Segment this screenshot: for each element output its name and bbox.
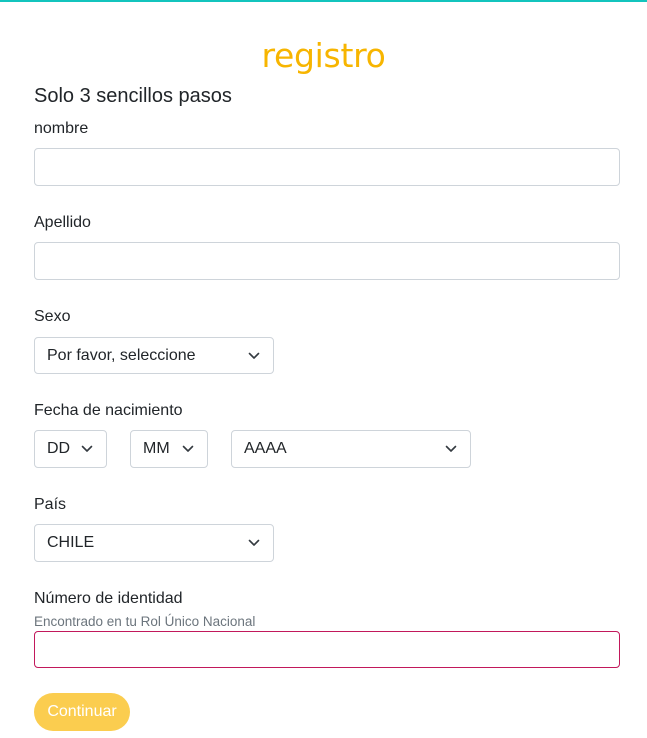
nombre-label: nombre bbox=[34, 120, 89, 137]
identidad-hint: Encontrado en tu Rol Único Nacional bbox=[34, 614, 256, 629]
pais-select[interactable]: CHILE bbox=[34, 524, 274, 562]
nombre-input[interactable] bbox=[34, 148, 620, 186]
birth-month-select[interactable]: MM bbox=[130, 430, 208, 468]
chevron-down-icon bbox=[445, 445, 457, 452]
birth-month-value: MM bbox=[143, 440, 170, 457]
identidad-input[interactable] bbox=[34, 631, 620, 668]
continuar-button[interactable]: Continuar bbox=[34, 693, 130, 731]
sexo-selected-value: Por favor, seleccione bbox=[47, 347, 196, 364]
apellido-label: Apellido bbox=[34, 214, 91, 231]
pais-label: País bbox=[34, 496, 67, 513]
apellido-input[interactable] bbox=[34, 242, 620, 280]
chevron-down-icon bbox=[182, 445, 194, 452]
fecha-nacimiento-label: Fecha de nacimiento bbox=[34, 402, 183, 419]
birth-year-select[interactable]: AAAA bbox=[231, 430, 471, 468]
birth-year-value: AAAA bbox=[244, 440, 287, 457]
sexo-label: Sexo bbox=[34, 308, 71, 325]
chevron-down-icon bbox=[248, 352, 260, 359]
pais-selected-value: CHILE bbox=[47, 534, 95, 551]
chevron-down-icon bbox=[248, 539, 260, 546]
identidad-label: Número de identidad bbox=[34, 590, 183, 607]
chevron-down-icon bbox=[81, 445, 93, 452]
top-accent-line bbox=[0, 0, 647, 2]
sexo-select[interactable]: Por favor, seleccione bbox=[34, 337, 274, 374]
birth-day-select[interactable]: DD bbox=[34, 430, 107, 468]
registro-logo: registro bbox=[261, 36, 386, 75]
birth-day-value: DD bbox=[47, 440, 71, 457]
page-subtitle: Solo 3 sencillos pasos bbox=[34, 85, 232, 107]
